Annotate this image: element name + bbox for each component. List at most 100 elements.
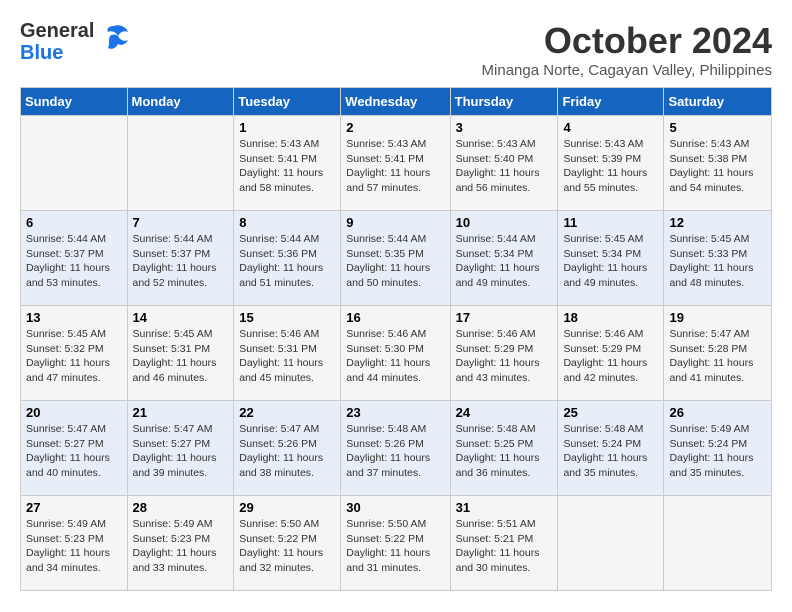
day-info: Sunrise: 5:44 AM Sunset: 5:36 PM Dayligh…	[239, 232, 335, 291]
title-section: October 2024 Minanga Norte, Cagayan Vall…	[482, 20, 772, 79]
day-number: 15	[239, 310, 335, 325]
logo-bird-icon	[98, 24, 130, 57]
day-number: 28	[133, 500, 229, 515]
header-tuesday: Tuesday	[234, 88, 341, 116]
day-number: 14	[133, 310, 229, 325]
week-row-1: 1Sunrise: 5:43 AM Sunset: 5:41 PM Daylig…	[21, 116, 772, 211]
day-number: 16	[346, 310, 444, 325]
calendar-cell: 24 Sunrise: 5:48 AM Sunset: 5:25 PM Dayli…	[450, 401, 558, 496]
day-info: Sunrise: 5:43 AM Sunset: 5:41 PM Dayligh…	[239, 137, 335, 196]
calendar-cell: 8 Sunrise: 5:44 AM Sunset: 5:36 PM Daylig…	[234, 211, 341, 306]
day-info: Sunrise: 5:47 AM Sunset: 5:27 PM Dayligh…	[26, 422, 122, 481]
header-thursday: Thursday	[450, 88, 558, 116]
calendar-cell: 20 Sunrise: 5:47 AM Sunset: 5:27 PM Dayli…	[21, 401, 128, 496]
day-number: 6	[26, 215, 122, 230]
calendar-cell: 22 Sunrise: 5:47 AM Sunset: 5:26 PM Dayli…	[234, 401, 341, 496]
page-header: General Blue October 2024 Minanga Norte,…	[20, 20, 772, 79]
day-info: Sunrise: 5:46 AM Sunset: 5:29 PM Dayligh…	[563, 327, 658, 386]
day-number: 17	[456, 310, 553, 325]
day-info: Sunrise: 5:45 AM Sunset: 5:33 PM Dayligh…	[669, 232, 766, 291]
calendar-cell: 9 Sunrise: 5:44 AM Sunset: 5:35 PM Daylig…	[341, 211, 450, 306]
day-info: Sunrise: 5:49 AM Sunset: 5:23 PM Dayligh…	[133, 517, 229, 576]
day-number: 21	[133, 405, 229, 420]
header-sunday: Sunday	[21, 88, 128, 116]
calendar-cell: 14 Sunrise: 5:45 AM Sunset: 5:31 PM Dayli…	[127, 306, 234, 401]
header-friday: Friday	[558, 88, 664, 116]
calendar-cell	[664, 496, 772, 591]
header-saturday: Saturday	[664, 88, 772, 116]
calendar-cell	[558, 496, 664, 591]
calendar-cell: 2Sunrise: 5:43 AM Sunset: 5:41 PM Daylig…	[341, 116, 450, 211]
day-number: 31	[456, 500, 553, 515]
day-info: Sunrise: 5:43 AM Sunset: 5:40 PM Dayligh…	[456, 137, 553, 196]
month-title: October 2024	[482, 20, 772, 62]
day-info: Sunrise: 5:50 AM Sunset: 5:22 PM Dayligh…	[346, 517, 444, 576]
day-info: Sunrise: 5:47 AM Sunset: 5:28 PM Dayligh…	[669, 327, 766, 386]
day-number: 24	[456, 405, 553, 420]
day-number: 20	[26, 405, 122, 420]
logo-general-text: General	[20, 20, 94, 42]
day-info: Sunrise: 5:45 AM Sunset: 5:32 PM Dayligh…	[26, 327, 122, 386]
calendar-cell: 31Sunrise: 5:51 AM Sunset: 5:21 PM Dayli…	[450, 496, 558, 591]
calendar-cell: 29 Sunrise: 5:50 AM Sunset: 5:22 PM Dayli…	[234, 496, 341, 591]
calendar-cell: 17 Sunrise: 5:46 AM Sunset: 5:29 PM Dayli…	[450, 306, 558, 401]
logo: General Blue	[20, 20, 130, 64]
day-number: 26	[669, 405, 766, 420]
day-number: 18	[563, 310, 658, 325]
day-info: Sunrise: 5:43 AM Sunset: 5:41 PM Dayligh…	[346, 137, 444, 196]
calendar-cell	[21, 116, 128, 211]
day-info: Sunrise: 5:49 AM Sunset: 5:23 PM Dayligh…	[26, 517, 122, 576]
day-number: 12	[669, 215, 766, 230]
calendar-cell: 28 Sunrise: 5:49 AM Sunset: 5:23 PM Dayli…	[127, 496, 234, 591]
calendar-cell: 6 Sunrise: 5:44 AM Sunset: 5:37 PM Daylig…	[21, 211, 128, 306]
day-number: 22	[239, 405, 335, 420]
day-info: Sunrise: 5:44 AM Sunset: 5:37 PM Dayligh…	[26, 232, 122, 291]
calendar-cell: 30Sunrise: 5:50 AM Sunset: 5:22 PM Dayli…	[341, 496, 450, 591]
week-row-5: 27 Sunrise: 5:49 AM Sunset: 5:23 PM Dayli…	[21, 496, 772, 591]
location-subtitle: Minanga Norte, Cagayan Valley, Philippin…	[482, 62, 772, 79]
day-number: 5	[669, 120, 766, 135]
calendar-cell: 19 Sunrise: 5:47 AM Sunset: 5:28 PM Dayli…	[664, 306, 772, 401]
calendar-cell: 4Sunrise: 5:43 AM Sunset: 5:39 PM Daylig…	[558, 116, 664, 211]
day-number: 7	[133, 215, 229, 230]
header-wednesday: Wednesday	[341, 88, 450, 116]
calendar-cell: 27 Sunrise: 5:49 AM Sunset: 5:23 PM Dayli…	[21, 496, 128, 591]
day-info: Sunrise: 5:50 AM Sunset: 5:22 PM Dayligh…	[239, 517, 335, 576]
day-info: Sunrise: 5:48 AM Sunset: 5:26 PM Dayligh…	[346, 422, 444, 481]
day-info: Sunrise: 5:48 AM Sunset: 5:25 PM Dayligh…	[456, 422, 553, 481]
day-info: Sunrise: 5:46 AM Sunset: 5:31 PM Dayligh…	[239, 327, 335, 386]
calendar-cell: 26 Sunrise: 5:49 AM Sunset: 5:24 PM Dayli…	[664, 401, 772, 496]
calendar-cell: 18 Sunrise: 5:46 AM Sunset: 5:29 PM Dayli…	[558, 306, 664, 401]
week-row-4: 20 Sunrise: 5:47 AM Sunset: 5:27 PM Dayli…	[21, 401, 772, 496]
calendar-cell: 16 Sunrise: 5:46 AM Sunset: 5:30 PM Dayli…	[341, 306, 450, 401]
day-number: 9	[346, 215, 444, 230]
week-row-3: 13 Sunrise: 5:45 AM Sunset: 5:32 PM Dayli…	[21, 306, 772, 401]
day-number: 13	[26, 310, 122, 325]
day-info: Sunrise: 5:46 AM Sunset: 5:30 PM Dayligh…	[346, 327, 444, 386]
day-number: 19	[669, 310, 766, 325]
day-number: 8	[239, 215, 335, 230]
logo-blue-text: Blue	[20, 42, 94, 64]
day-number: 10	[456, 215, 553, 230]
day-info: Sunrise: 5:44 AM Sunset: 5:35 PM Dayligh…	[346, 232, 444, 291]
day-info: Sunrise: 5:47 AM Sunset: 5:27 PM Dayligh…	[133, 422, 229, 481]
day-info: Sunrise: 5:45 AM Sunset: 5:31 PM Dayligh…	[133, 327, 229, 386]
calendar-cell: 11Sunrise: 5:45 AM Sunset: 5:34 PM Dayli…	[558, 211, 664, 306]
day-number: 25	[563, 405, 658, 420]
day-number: 29	[239, 500, 335, 515]
day-number: 11	[563, 215, 658, 230]
logo-name: General Blue	[20, 20, 94, 64]
day-info: Sunrise: 5:46 AM Sunset: 5:29 PM Dayligh…	[456, 327, 553, 386]
calendar-cell	[127, 116, 234, 211]
day-info: Sunrise: 5:44 AM Sunset: 5:34 PM Dayligh…	[456, 232, 553, 291]
calendar-body: 1Sunrise: 5:43 AM Sunset: 5:41 PM Daylig…	[21, 116, 772, 591]
day-info: Sunrise: 5:47 AM Sunset: 5:26 PM Dayligh…	[239, 422, 335, 481]
calendar-cell: 12 Sunrise: 5:45 AM Sunset: 5:33 PM Dayli…	[664, 211, 772, 306]
calendar-cell: 13 Sunrise: 5:45 AM Sunset: 5:32 PM Dayli…	[21, 306, 128, 401]
week-row-2: 6 Sunrise: 5:44 AM Sunset: 5:37 PM Daylig…	[21, 211, 772, 306]
calendar-cell: 7Sunrise: 5:44 AM Sunset: 5:37 PM Daylig…	[127, 211, 234, 306]
day-number: 27	[26, 500, 122, 515]
day-info: Sunrise: 5:49 AM Sunset: 5:24 PM Dayligh…	[669, 422, 766, 481]
calendar-cell: 21 Sunrise: 5:47 AM Sunset: 5:27 PM Dayli…	[127, 401, 234, 496]
calendar-cell: 25Sunrise: 5:48 AM Sunset: 5:24 PM Dayli…	[558, 401, 664, 496]
